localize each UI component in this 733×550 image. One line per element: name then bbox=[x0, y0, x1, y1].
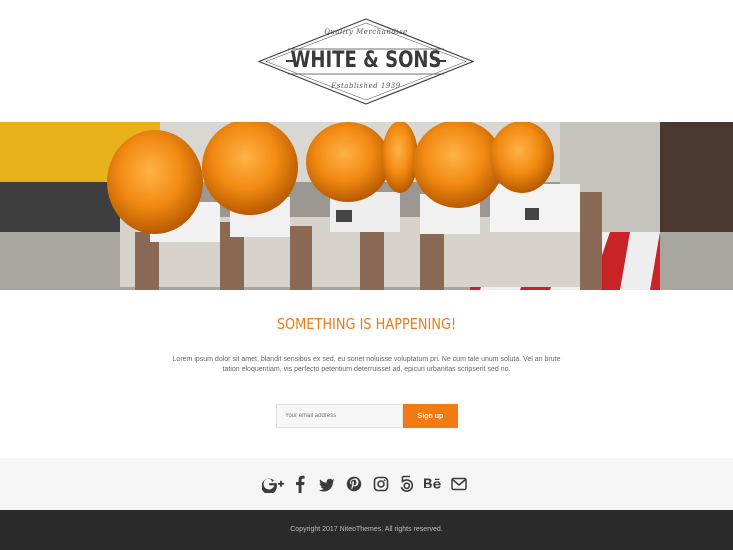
intro-paragraph: Lorem ipsum dolor sit amet, blandit sens… bbox=[172, 356, 561, 373]
construction-lights-illustration bbox=[0, 122, 733, 290]
copyright-text: Copyright 2017 NiteoThemes. All rights r… bbox=[290, 526, 443, 533]
twitter-icon[interactable] bbox=[318, 475, 335, 493]
email-icon[interactable] bbox=[451, 475, 467, 493]
social-links-band bbox=[0, 458, 733, 510]
logo-brand-name: WHITE & SONS bbox=[290, 48, 442, 73]
site-header: Quality Merchandise WHITE & SONS Establi… bbox=[0, 0, 733, 122]
behance-icon[interactable] bbox=[423, 475, 442, 493]
500px-icon[interactable] bbox=[399, 475, 414, 493]
logo-dash-right bbox=[436, 60, 446, 62]
logo-tagline: Quality Merchandise bbox=[324, 28, 408, 36]
logo-established: Established 1939 bbox=[331, 82, 401, 90]
hero-image bbox=[0, 122, 733, 290]
white-and-sons-logo[interactable]: Quality Merchandise WHITE & SONS Establi… bbox=[258, 18, 474, 105]
site-footer: Copyright 2017 NiteoThemes. All rights r… bbox=[0, 510, 733, 550]
google-plus-icon[interactable] bbox=[261, 475, 284, 495]
newsletter-form: Sign up bbox=[276, 404, 458, 428]
page-headline: SOMETHING IS HAPPENING! bbox=[276, 315, 457, 333]
sign-up-button[interactable]: Sign up bbox=[403, 404, 458, 428]
email-input[interactable] bbox=[276, 404, 403, 428]
instagram-icon[interactable] bbox=[373, 475, 389, 493]
facebook-icon[interactable] bbox=[295, 475, 305, 493]
pinterest-icon[interactable] bbox=[346, 475, 362, 493]
